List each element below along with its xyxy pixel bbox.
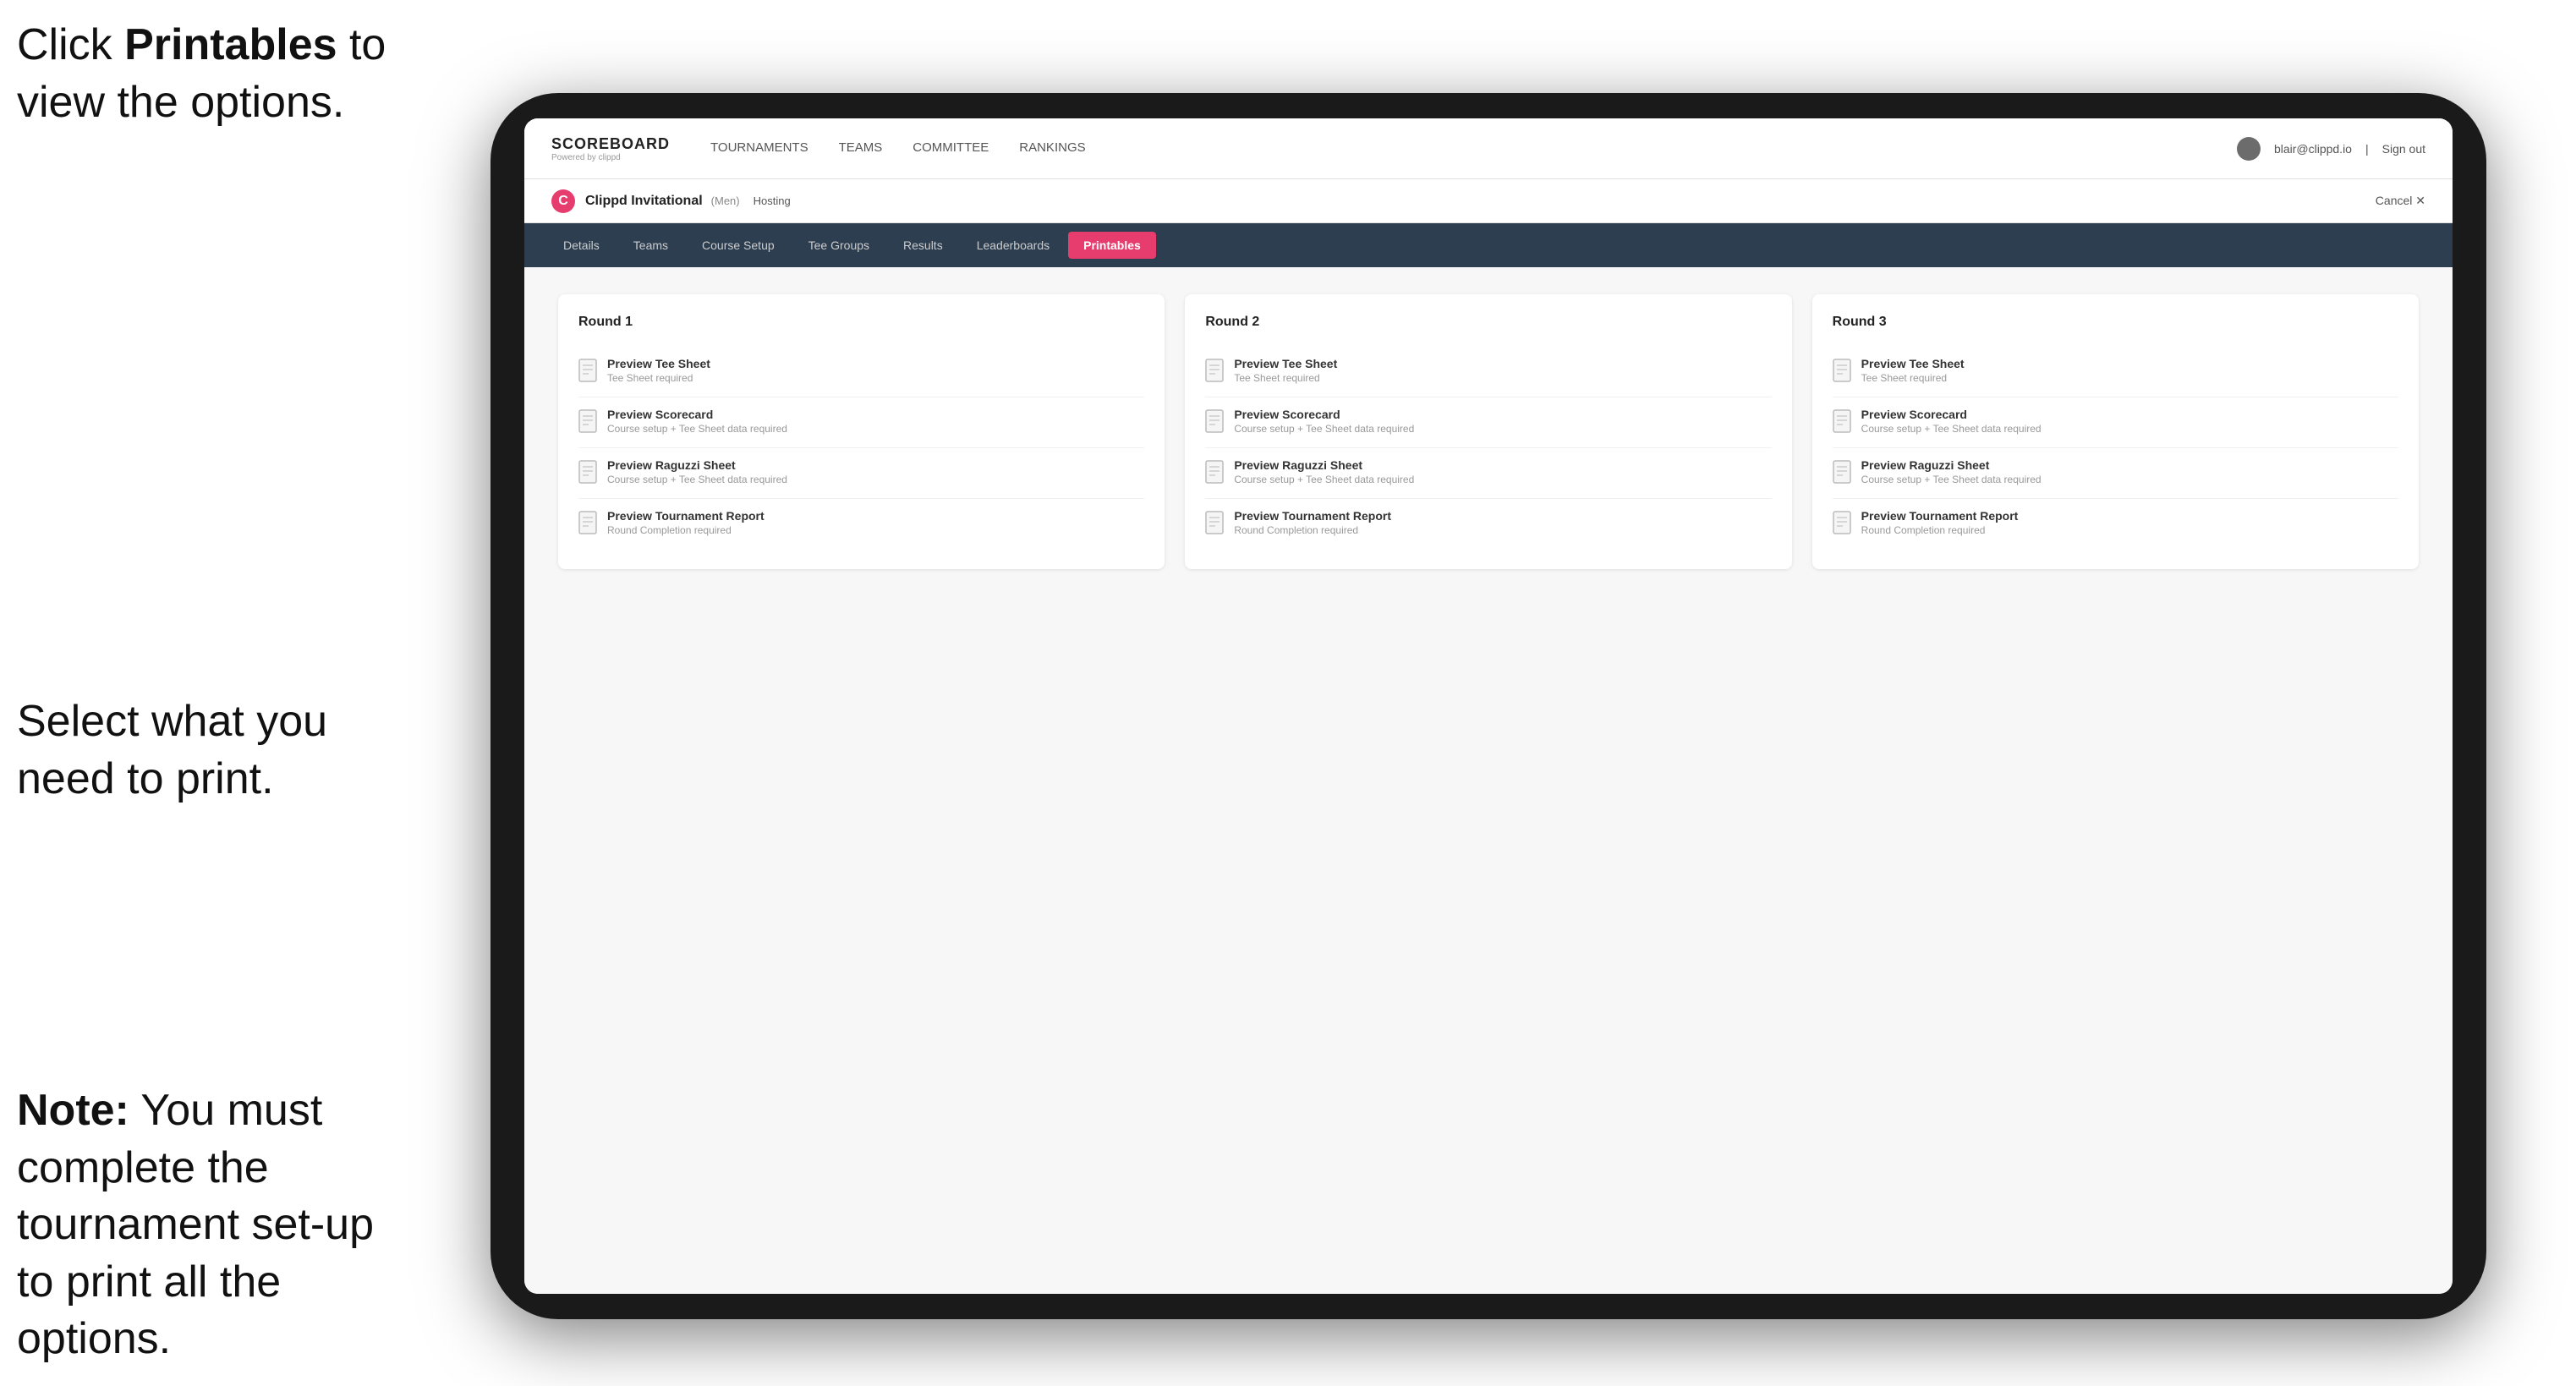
round-column-1: Round 1 Preview Tee Sheet Tee Sheet requi… [558, 294, 1165, 569]
tab-tee-groups[interactable]: Tee Groups [793, 232, 885, 259]
logo-scoreboard: SCOREBOARD [551, 135, 670, 153]
print-item[interactable]: Preview Raguzzi Sheet Course setup + Tee … [1833, 448, 2398, 499]
annotation-bottom: Note: You mustcomplete thetournament set… [17, 1082, 423, 1368]
document-icon [1205, 460, 1224, 488]
document-icon [1833, 409, 1851, 437]
print-item-title: Preview Tournament Report [607, 509, 765, 523]
annotation-top: Click Printables toview the options. [17, 17, 386, 131]
tab-course-setup[interactable]: Course Setup [687, 232, 790, 259]
print-item-sub: Tee Sheet required [1234, 372, 1337, 384]
print-item[interactable]: Preview Tee Sheet Tee Sheet required [1205, 347, 1771, 397]
print-item[interactable]: Preview Tournament ReportRound Completio… [1205, 499, 1771, 549]
print-item[interactable]: Preview Tournament ReportRound Completio… [578, 499, 1144, 549]
tab-details[interactable]: Details [548, 232, 615, 259]
print-item-sub: Round Completion required [1861, 524, 2019, 536]
document-icon [1833, 359, 1851, 386]
top-nav-right: blair@clippd.io | Sign out [2237, 137, 2425, 161]
document-icon [578, 359, 597, 386]
print-item-title: Preview Tournament Report [1234, 509, 1391, 523]
print-item-title: Preview Tee Sheet [1234, 357, 1337, 370]
print-item-title: Preview Scorecard [1861, 408, 2042, 421]
print-item-sub: Course setup + Tee Sheet data required [607, 423, 787, 435]
user-email: blair@clippd.io [2274, 142, 2352, 156]
document-icon [1833, 460, 1851, 488]
note-bold: Note: [17, 1086, 129, 1135]
print-item-sub: Tee Sheet required [607, 372, 710, 384]
print-item-sub: Course setup + Tee Sheet data required [607, 474, 787, 485]
printables-bold: Printables [124, 20, 337, 69]
main-content: Round 1 Preview Tee Sheet Tee Sheet requi… [524, 267, 2453, 1294]
print-item-sub: Round Completion required [1234, 524, 1391, 536]
print-item-sub: Course setup + Tee Sheet data required [1234, 474, 1414, 485]
print-item-title: Preview Raguzzi Sheet [1234, 458, 1414, 472]
logo-area: SCOREBOARD Powered by clippd [551, 135, 670, 162]
user-avatar [2237, 137, 2261, 161]
document-icon [1205, 409, 1224, 437]
tournament-name: Clippd Invitational [585, 194, 703, 209]
nav-committee[interactable]: COMMITTEE [913, 137, 989, 160]
print-item-sub: Round Completion required [607, 524, 765, 536]
tab-leaderboards[interactable]: Leaderboards [962, 232, 1065, 259]
tab-results[interactable]: Results [888, 232, 958, 259]
round-column-3: Round 3 Preview Tee Sheet Tee Sheet requi… [1812, 294, 2419, 569]
print-item-title: Preview Tee Sheet [607, 357, 710, 370]
logo-sub: Powered by clippd [551, 153, 670, 162]
print-item[interactable]: Preview Raguzzi Sheet Course setup + Tee … [1205, 448, 1771, 499]
print-item-title: Preview Tee Sheet [1861, 357, 1965, 370]
pipe-separator: | [2365, 142, 2369, 156]
print-item[interactable]: Preview Tee Sheet Tee Sheet required [1833, 347, 2398, 397]
tab-teams[interactable]: Teams [618, 232, 683, 259]
print-item[interactable]: Preview Raguzzi Sheet Course setup + Tee … [578, 448, 1144, 499]
print-item-sub: Course setup + Tee Sheet data required [1234, 423, 1414, 435]
cancel-button[interactable]: Cancel ✕ [2376, 194, 2425, 208]
tournament-status: Hosting [754, 194, 791, 207]
tab-printables[interactable]: Printables [1068, 232, 1156, 259]
round-title-3: Round 3 [1833, 315, 2398, 330]
tab-bar: Details Teams Course Setup Tee Groups Re… [524, 223, 2453, 267]
print-item-title: Preview Raguzzi Sheet [607, 458, 787, 472]
print-item-title: Preview Raguzzi Sheet [1861, 458, 2042, 472]
print-item-title: Preview Scorecard [1234, 408, 1414, 421]
print-item-sub: Course setup + Tee Sheet data required [1861, 423, 2042, 435]
print-item[interactable]: Preview Tournament ReportRound Completio… [1833, 499, 2398, 549]
round-title-1: Round 1 [578, 315, 1144, 330]
nav-rankings[interactable]: RANKINGS [1019, 137, 1085, 160]
top-nav-links: TOURNAMENTS TEAMS COMMITTEE RANKINGS [710, 137, 2237, 160]
document-icon [578, 409, 597, 437]
print-item[interactable]: Preview Scorecard Course setup + Tee Shee… [578, 397, 1144, 448]
top-nav: SCOREBOARD Powered by clippd TOURNAMENTS… [524, 118, 2453, 179]
print-item-title: Preview Scorecard [607, 408, 787, 421]
document-icon [578, 460, 597, 488]
print-item[interactable]: Preview Tee Sheet Tee Sheet required [578, 347, 1144, 397]
rounds-container: Round 1 Preview Tee Sheet Tee Sheet requi… [558, 294, 2419, 569]
print-item[interactable]: Preview Scorecard Course setup + Tee Shee… [1833, 397, 2398, 448]
document-icon [1205, 359, 1224, 386]
print-item-sub: Course setup + Tee Sheet data required [1861, 474, 2042, 485]
round-column-2: Round 2 Preview Tee Sheet Tee Sheet requi… [1185, 294, 1791, 569]
document-icon [1833, 511, 1851, 539]
document-icon [1205, 511, 1224, 539]
tournament-header: C Clippd Invitational (Men) Hosting Canc… [524, 179, 2453, 223]
round-title-2: Round 2 [1205, 315, 1771, 330]
tournament-tag: (Men) [711, 194, 740, 207]
print-item[interactable]: Preview Scorecard Course setup + Tee Shee… [1205, 397, 1771, 448]
nav-tournaments[interactable]: TOURNAMENTS [710, 137, 808, 160]
document-icon [578, 511, 597, 539]
annotation-middle: Select what youneed to print. [17, 693, 327, 808]
print-item-title: Preview Tournament Report [1861, 509, 2019, 523]
tablet-device: SCOREBOARD Powered by clippd TOURNAMENTS… [491, 93, 2486, 1319]
print-item-sub: Tee Sheet required [1861, 372, 1965, 384]
nav-teams[interactable]: TEAMS [839, 137, 883, 160]
tablet-screen: SCOREBOARD Powered by clippd TOURNAMENTS… [524, 118, 2453, 1294]
sign-out-link[interactable]: Sign out [2382, 142, 2425, 156]
tournament-logo: C [551, 189, 575, 213]
